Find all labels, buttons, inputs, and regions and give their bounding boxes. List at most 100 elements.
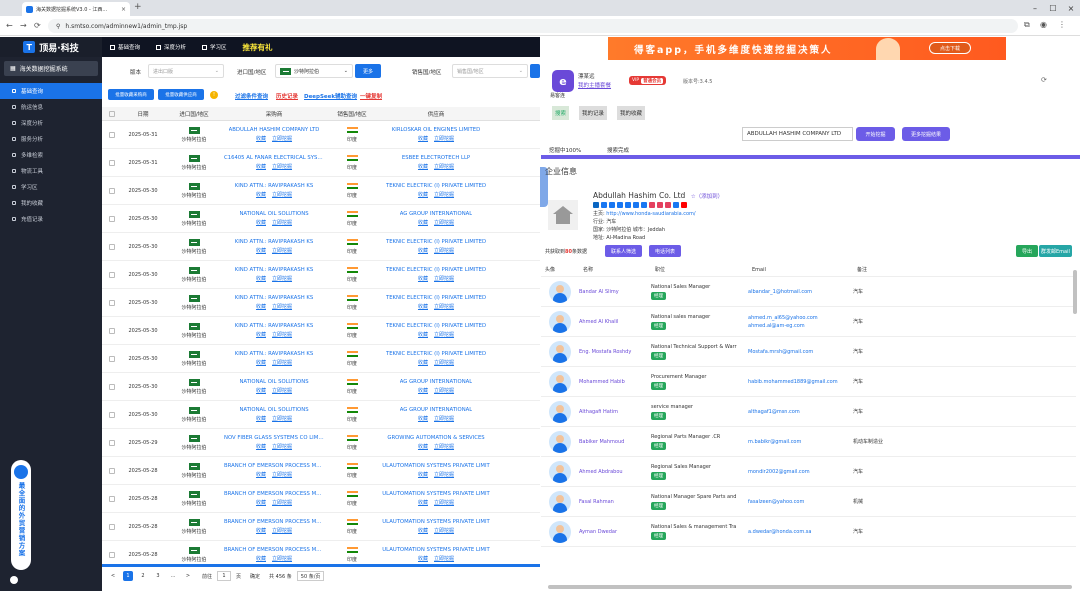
reload-icon[interactable]: ⟳ [34, 21, 41, 30]
row-supplier-link[interactable]: ESBEE ELECTROTECH LLP [402, 155, 470, 161]
row-buyer-link[interactable]: KIND ATTN.: RAVIPRAKASH KS [235, 183, 314, 189]
row-checkbox[interactable] [109, 551, 115, 558]
collect-buyer-link[interactable]: 收藏 [256, 443, 266, 450]
row-checkbox[interactable] [109, 187, 115, 194]
dig-buyer-link[interactable]: 立即挖掘 [272, 387, 292, 394]
collect-buyer-link[interactable]: 收藏 [256, 219, 266, 226]
row-supplier-link[interactable]: TEKNIC ELECTRIC (I) PRIVATE LIMITED [386, 239, 486, 245]
sidebar-item-7[interactable]: 我的收藏 [0, 195, 102, 211]
dig-supplier-link[interactable]: 立即挖掘 [434, 527, 454, 534]
sidebar-item-6[interactable]: 学习区 [0, 179, 102, 195]
row-supplier-link[interactable]: TEKNIC ELECTRIC (I) PRIVATE LIMITED [386, 351, 486, 357]
dig-supplier-link[interactable]: 立即挖掘 [434, 471, 454, 478]
row-buyer-link[interactable]: BRANCH OF EMERSON PROCESS MANAG [224, 519, 324, 525]
contact-name[interactable]: Fasal Rahman [579, 499, 651, 505]
dig-supplier-link[interactable]: 立即挖掘 [434, 135, 454, 142]
dig-supplier-link[interactable]: 立即挖掘 [434, 387, 454, 394]
row-checkbox[interactable] [109, 299, 115, 306]
topnav-item-2[interactable]: 学习区 [202, 43, 227, 51]
collect-supplier-link[interactable]: 收藏 [418, 219, 428, 226]
contact-email[interactable]: albandar_1@hotmail.com [748, 288, 853, 296]
dig-buyer-link[interactable]: 立即挖掘 [272, 275, 292, 282]
dig-buyer-link[interactable]: 立即挖掘 [272, 247, 292, 254]
bulk-email-button[interactable]: 群发邮Email [1039, 245, 1072, 257]
collect-buyer-link[interactable]: 收藏 [256, 135, 266, 142]
collect-supplier-link[interactable]: 收藏 [418, 163, 428, 170]
row-buyer-link[interactable]: BRANCH OF EMERSON PROCESS MANAG [224, 463, 324, 469]
plugin-tab-2[interactable]: 我的收藏 [617, 106, 646, 120]
contact-email[interactable]: ahmed.m_al65@yahoo.com ahmed.al@am-eg.co… [748, 314, 853, 330]
row-buyer-link[interactable]: KIND ATTN.: RAVIPRAKASH KS [235, 295, 314, 301]
phone-list-button[interactable]: 电话列表 [649, 245, 682, 257]
collect-supplier-link[interactable]: 收藏 [418, 415, 428, 422]
dig-buyer-link[interactable]: 立即挖掘 [272, 135, 292, 142]
dig-supplier-link[interactable]: 立即挖掘 [434, 555, 454, 562]
collect-supplier-link[interactable]: 收藏 [418, 191, 428, 198]
collect-buyer-link[interactable]: 收藏 [256, 247, 266, 254]
row-buyer-link[interactable]: NOV FIBER GLASS SYSTEMS CO LIMITED [224, 435, 324, 441]
maximize-icon[interactable]: ☐ [1044, 0, 1062, 16]
collect-supplier-link[interactable]: 收藏 [418, 331, 428, 338]
row-checkbox[interactable] [109, 159, 115, 166]
row-checkbox[interactable] [109, 383, 115, 390]
row-checkbox[interactable] [109, 355, 115, 362]
history-link[interactable]: 历史记录 [276, 92, 298, 100]
collect-supplier-link[interactable]: 收藏 [418, 247, 428, 254]
site-info-icon[interactable]: ⚲ [56, 23, 60, 30]
collect-buyer-link[interactable]: 收藏 [256, 387, 266, 394]
collect-buyer-link[interactable]: 收藏 [256, 331, 266, 338]
dig-supplier-link[interactable]: 立即挖掘 [434, 499, 454, 506]
collect-buyer-link[interactable]: 收藏 [256, 359, 266, 366]
contact-email[interactable]: habib.mohammed1889@gmail.com [748, 378, 853, 386]
contact-name[interactable]: Eng. Mostafa Roshdy [579, 349, 651, 355]
row-checkbox[interactable] [109, 271, 115, 278]
tab-close-icon[interactable]: × [121, 6, 126, 13]
row-buyer-link[interactable]: ABDULLAH HASHIM COMPANY LTD [229, 127, 320, 133]
page-button-4[interactable]: > [183, 571, 193, 581]
filter-query-link[interactable]: 过滤条件查询 [235, 92, 268, 100]
collect-buyer-link[interactable]: 收藏 [256, 415, 266, 422]
plugin-horizontal-scrollbar[interactable] [548, 585, 1072, 589]
dig-buyer-link[interactable]: 立即挖掘 [272, 555, 292, 562]
search-button[interactable] [530, 64, 540, 78]
sidebar-item-2[interactable]: 深度分析 [0, 115, 102, 131]
forward-icon[interactable]: → [20, 21, 27, 30]
sidebar-item-4[interactable]: 多维检索 [0, 147, 102, 163]
collect-buyer-link[interactable]: 收藏 [256, 499, 266, 506]
more-button[interactable]: 更多 [355, 64, 381, 78]
page-button-3[interactable]: ... [168, 571, 178, 581]
collect-buyer-link[interactable]: 收藏 [256, 275, 266, 282]
page-button-0[interactable]: 1 [123, 571, 133, 581]
row-buyer-link[interactable]: KIND ATTN.: RAVIPRAKASH KS [235, 267, 314, 273]
row-buyer-link[interactable]: NATIONAL OIL SOLUTIONS [239, 379, 308, 385]
collect-supplier-link[interactable]: 收藏 [418, 527, 428, 534]
collect-buyer-link[interactable]: 收藏 [256, 471, 266, 478]
sidebar-item-1[interactable]: 航运信息 [0, 99, 102, 115]
dig-buyer-link[interactable]: 立即挖掘 [272, 359, 292, 366]
collect-buyer-link[interactable]: 收藏 [256, 191, 266, 198]
window-close-icon[interactable]: × [1062, 0, 1080, 16]
contact-name[interactable]: Mohammed Habib [579, 379, 651, 385]
row-buyer-link[interactable]: BRANCH OF EMERSON PROCESS MANAG [224, 547, 324, 553]
export-button[interactable]: 导出 [1016, 245, 1039, 257]
social-icon-8[interactable] [657, 202, 663, 208]
dig-supplier-link[interactable]: 立即挖掘 [434, 191, 454, 198]
social-icon-10[interactable] [673, 202, 679, 208]
minimize-icon[interactable]: – [1026, 0, 1044, 16]
contact-name[interactable]: Bandar Al Slimy [579, 289, 651, 295]
dig-buyer-link[interactable]: 立即挖掘 [272, 499, 292, 506]
row-checkbox[interactable] [109, 467, 115, 474]
row-supplier-link[interactable]: ULAUTOMATION SYSTEMS PRIVATE LIMIT [382, 547, 490, 553]
collect-supplier-link[interactable]: 收藏 [418, 359, 428, 366]
plugin-tab-1[interactable]: 我的记录 [579, 106, 608, 120]
dig-buyer-link[interactable]: 立即挖掘 [272, 191, 292, 198]
collect-buyer-link[interactable]: 收藏 [256, 527, 266, 534]
dig-supplier-link[interactable]: 立即挖掘 [434, 247, 454, 254]
dig-buyer-link[interactable]: 立即挖掘 [272, 219, 292, 226]
dig-supplier-link[interactable]: 立即挖掘 [434, 303, 454, 310]
contact-name[interactable]: Ahmed Abdrabou [579, 469, 651, 475]
social-icon-3[interactable] [617, 202, 623, 208]
contact-name[interactable]: Babiker Mahmoud [579, 439, 651, 445]
sidebar-item-3[interactable]: 服务分析 [0, 131, 102, 147]
dig-supplier-link[interactable]: 立即挖掘 [434, 415, 454, 422]
